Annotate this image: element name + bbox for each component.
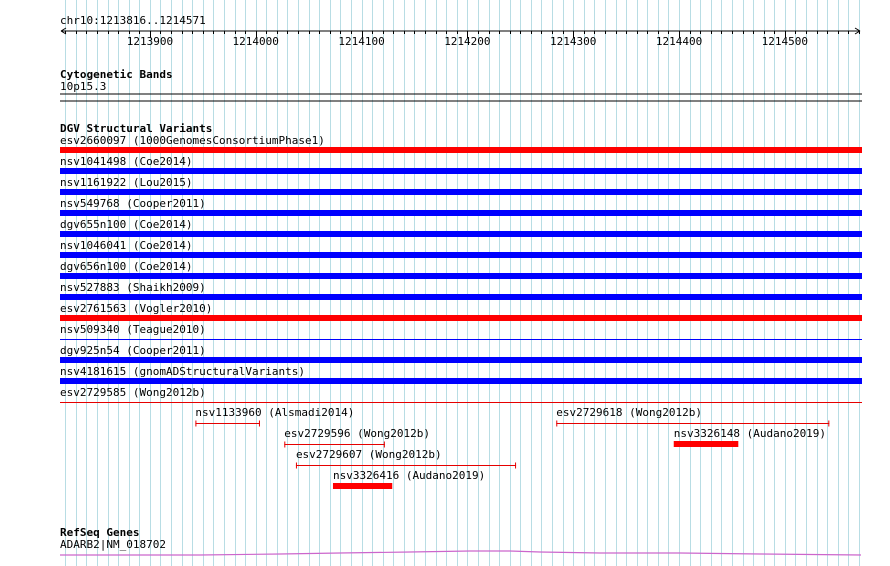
variant-label[interactable]: nsv527883 (Shaikh2009) (60, 281, 206, 294)
variant-feature-interval[interactable] (284, 441, 385, 448)
variant-feature-bar[interactable] (60, 315, 862, 321)
cytogenetic-bands-track: Cytogenetic Bands 10p15.3 (60, 68, 862, 102)
dgv-full-span-features: esv2660097 (1000GenomesConsortiumPhase1)… (60, 134, 862, 403)
variant-feature-bar[interactable] (60, 210, 862, 216)
variant-label[interactable]: nsv1133960 (Alsmadi2014) (195, 406, 354, 419)
variant-feature-bar[interactable] (60, 273, 862, 279)
dgv-partial-features: nsv1133960 (Alsmadi2014) esv2729618 (Wong… (195, 406, 830, 489)
ruler-tick-label: 1214300 (550, 35, 596, 48)
variant-feature-interval[interactable] (295, 462, 517, 469)
variant-feature-bar[interactable] (60, 147, 862, 153)
variant-label[interactable]: nsv3326416 (Audano2019) (333, 469, 485, 482)
variant-feature-bar[interactable] (60, 294, 862, 300)
refseq-gene-model[interactable] (60, 550, 862, 556)
variant-feature-bar[interactable] (60, 189, 862, 195)
variant-label[interactable]: dgv656n100 (Coe2014) (60, 260, 192, 273)
variant-label[interactable]: esv2660097 (1000GenomesConsortiumPhase1) (60, 134, 325, 147)
variant-label[interactable]: nsv509340 (Teague2010) (60, 323, 206, 336)
variant-feature-bar[interactable] (673, 441, 739, 447)
variant-label[interactable]: nsv549768 (Cooper2011) (60, 197, 206, 210)
variant-feature-bar[interactable] (60, 168, 862, 174)
refseq-gene-label[interactable]: ADARB2|NM_018702 (60, 538, 166, 551)
variant-label[interactable]: dgv925n54 (Cooper2011) (60, 344, 206, 357)
variant-label[interactable]: nsv1161922 (Lou2015) (60, 176, 192, 189)
ruler-ticks: 1213900 1214000 1214100 1214200 1214300 12144… (65, 31, 860, 48)
variant-label[interactable]: esv2729607 (Wong2012b) (296, 448, 442, 461)
variant-feature-bar[interactable] (60, 252, 862, 258)
cytoband-label[interactable]: 10p15.3 (60, 80, 106, 93)
variant-feature-interval[interactable] (556, 420, 830, 427)
variant-label[interactable]: esv2729585 (Wong2012b) (60, 386, 206, 399)
variant-label[interactable]: nsv4181615 (gnomADStructuralVariants) (60, 365, 305, 378)
variant-feature-bar[interactable] (332, 483, 393, 489)
ruler-track[interactable]: chr10:1213816..1214571 1213900 1214000 121… (60, 14, 861, 48)
variant-label[interactable]: nsv1046041 (Coe2014) (60, 239, 192, 252)
ruler-tick-label: 1214100 (338, 35, 384, 48)
ruler-tick-label: 1213900 (127, 35, 173, 48)
refseq-genes-track: RefSeq Genes ADARB2|NM_018702 (60, 526, 862, 556)
variant-label[interactable]: esv2729596 (Wong2012b) (284, 427, 430, 440)
variant-feature-bar[interactable] (60, 357, 862, 363)
variant-label[interactable]: esv2761563 (Vogler2010) (60, 302, 212, 315)
ruler-tick-label: 1214400 (656, 35, 702, 48)
ruler-tick-label: 1214000 (233, 35, 279, 48)
variant-label[interactable]: esv2729618 (Wong2012b) (556, 406, 702, 419)
dgv-structural-variants-track: DGV Structural Variants esv2660097 (1000… (60, 122, 862, 489)
variant-label[interactable]: nsv1041498 (Coe2014) (60, 155, 192, 168)
ruler-tick-label: 1214200 (444, 35, 490, 48)
variant-feature-interval[interactable] (195, 420, 260, 427)
variant-label[interactable]: nsv3326148 (Audano2019) (674, 427, 826, 440)
variant-label[interactable]: dgv655n100 (Coe2014) (60, 218, 192, 231)
ruler-tick-label: 1214500 (762, 35, 808, 48)
variant-feature-bar[interactable] (60, 231, 862, 237)
ruler-coordinates: chr10:1213816..1214571 (60, 14, 206, 27)
variant-feature-bar[interactable] (60, 378, 862, 384)
genome-browser-view: chr10:1213816..1214571 1213900 1214000 121… (60, 0, 862, 566)
